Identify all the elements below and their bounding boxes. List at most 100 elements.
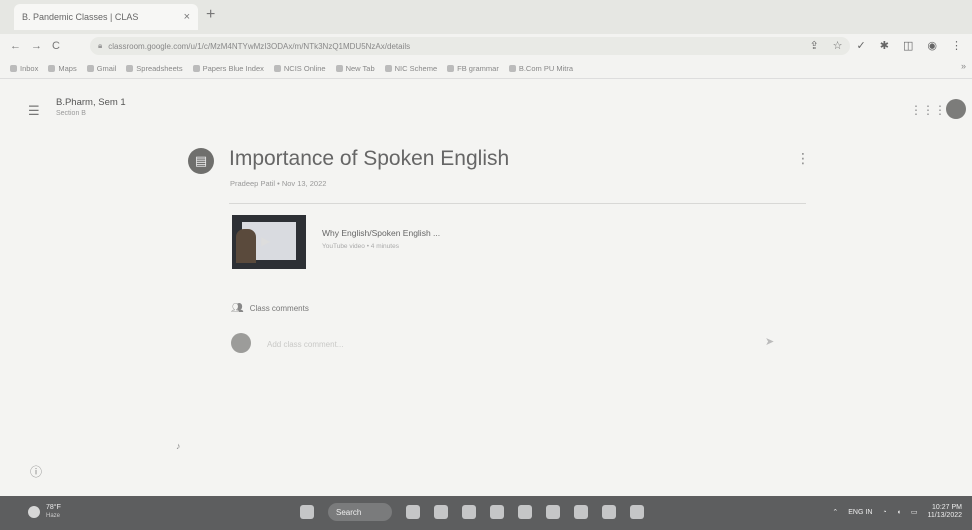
more-bookmarks-icon[interactable]: »: [961, 61, 966, 71]
bookmarks-bar: Inbox Maps Gmail Spreadsheets Papers Blue In…: [0, 58, 972, 79]
account-avatar[interactable]: [946, 99, 966, 119]
class-comments-heading: 👥︎ Class comments: [231, 303, 309, 314]
profile-icon[interactable]: ◉: [927, 39, 937, 52]
video-thumbnail[interactable]: ▶: [232, 215, 306, 269]
browser-toolbar-icons: ⇪ ☆ ✓ ✱ ◫ ◉ ⋮: [809, 39, 962, 52]
word-icon[interactable]: [518, 505, 532, 519]
bookmark-label: NCIS Online: [283, 63, 326, 73]
taskbar-search[interactable]: Search: [328, 503, 392, 521]
excel-icon[interactable]: [546, 505, 560, 519]
video-attachment[interactable]: ▶ Why English/Spoken English ... YouTube…: [232, 215, 532, 269]
material-type-icon: ▤: [188, 148, 214, 174]
bookmark-favicon-icon: [447, 64, 455, 72]
help-icon[interactable]: ⓘ: [30, 463, 42, 480]
system-tray: ⌃ ENG IN ◔ ◖ ▭ 10:27 PM 11/13/2022: [832, 504, 962, 520]
edge-icon[interactable]: [490, 505, 504, 519]
bookmark-label: Inbox: [20, 63, 39, 73]
lock-icon: 🔒︎: [98, 41, 103, 50]
weather-condition: Haze: [46, 513, 61, 519]
weather-temp-value: 78°F: [46, 504, 61, 511]
page-title: Importance of Spoken English: [229, 147, 510, 170]
class-name[interactable]: B.Pharm, Sem 1: [56, 97, 126, 108]
reload-icon[interactable]: C: [52, 40, 60, 52]
tray-chevron-icon[interactable]: ⌃: [832, 508, 838, 516]
google-apps-icon[interactable]: ⋮⋮⋮: [910, 103, 946, 117]
tray-language[interactable]: ENG IN: [848, 509, 872, 516]
taskbar-apps: Search: [300, 503, 644, 521]
sidebar-icon[interactable]: ◫: [903, 39, 913, 52]
forward-icon[interactable]: →: [31, 40, 42, 52]
attachment-subtitle: YouTube video • 4 minutes: [322, 243, 399, 250]
new-tab-button[interactable]: +: [206, 6, 215, 24]
bookmark-item[interactable]: Papers Blue Index: [192, 63, 264, 73]
chrome-icon[interactable]: [602, 505, 616, 519]
bookmark-label: Spreadsheets: [136, 63, 183, 73]
main-menu-icon[interactable]: ☰: [28, 103, 40, 119]
attachment-title[interactable]: Why English/Spoken English ...: [322, 228, 440, 238]
divider: [229, 203, 806, 204]
weather-temp: 78°F Haze: [46, 504, 61, 520]
bookmark-item[interactable]: B.Com PU Mitra: [508, 63, 573, 73]
bookmark-item[interactable]: Gmail: [86, 63, 117, 73]
bookmark-label: FB grammar: [457, 63, 499, 73]
bookmark-favicon-icon: [335, 64, 343, 72]
weather-widget[interactable]: 78°F Haze: [28, 504, 61, 520]
puzzle-icon[interactable]: ✱: [880, 39, 889, 52]
comment-input[interactable]: [265, 334, 749, 354]
bookmark-label: B.Com PU Mitra: [518, 63, 573, 73]
clock-date: 11/13/2022: [927, 512, 962, 519]
bookmark-favicon-icon: [192, 64, 200, 72]
star-icon[interactable]: ☆: [833, 39, 843, 52]
clock-time: 10:27 PM: [932, 504, 962, 511]
more-options-icon[interactable]: ⋮: [796, 150, 810, 167]
task-view-icon[interactable]: [406, 505, 420, 519]
browser-tab[interactable]: B. Pandemic Classes | CLAS ×: [14, 4, 198, 30]
share-icon[interactable]: ⇪: [809, 39, 818, 52]
back-icon[interactable]: ←: [10, 40, 21, 52]
send-icon[interactable]: ➤: [765, 335, 774, 348]
photos-icon[interactable]: [630, 505, 644, 519]
bookmark-favicon-icon: [273, 64, 281, 72]
taskbar-search-label: Search: [336, 507, 362, 517]
bookmark-label: Gmail: [96, 63, 117, 73]
bookmark-label: New Tab: [345, 63, 375, 73]
wifi-icon[interactable]: ◔: [882, 509, 886, 516]
bookmark-item[interactable]: FB grammar: [447, 64, 499, 73]
start-icon[interactable]: [300, 505, 314, 519]
file-explorer-icon[interactable]: [434, 505, 448, 519]
classroom-header: ☰ B.Pharm, Sem 1 Section B ⋮⋮⋮: [0, 79, 972, 135]
bookmark-label: Papers Blue Index: [202, 63, 264, 73]
bookmark-item[interactable]: Spreadsheets: [126, 63, 183, 73]
bookmark-favicon-icon: [48, 64, 56, 72]
whatsapp-icon[interactable]: [574, 505, 588, 519]
url-field[interactable]: 🔒︎ classroom.google.com/u/1/c/MzM4NTYwMz…: [90, 37, 850, 55]
people-icon: 👥︎: [231, 303, 244, 314]
address-bar-row: ← → C 🔒︎ classroom.google.com/u/1/c/MzM4…: [0, 34, 972, 58]
browser-tab-strip: B. Pandemic Classes | CLAS × +: [0, 0, 972, 34]
bookmark-favicon-icon: [508, 64, 516, 72]
material-meta: Pradeep Patil • Nov 13, 2022: [230, 179, 327, 188]
user-avatar: [231, 333, 251, 353]
thumbnail-presenter: [236, 229, 256, 263]
bookmark-item[interactable]: Inbox: [10, 64, 38, 73]
tray-clock[interactable]: 10:27 PM 11/13/2022: [927, 504, 962, 520]
bookmark-item[interactable]: Maps: [48, 64, 77, 73]
bookmark-favicon-icon: [384, 64, 392, 72]
store-icon[interactable]: [462, 505, 476, 519]
volume-icon[interactable]: ◖: [897, 509, 901, 516]
class-section: Section B: [56, 110, 86, 117]
cursor-mark: ♪: [176, 441, 181, 451]
bookmark-label: NIC Scheme: [394, 63, 438, 73]
url-text: classroom.google.com/u/1/c/MzM4NTYwMzI3O…: [108, 41, 411, 51]
taskbar: 78°F Haze Search ⌃ ENG IN ◔ ◖ ▭ 10:27 PM…: [0, 496, 972, 530]
bookmark-item[interactable]: NCIS Online: [273, 63, 326, 73]
menu-icon[interactable]: ⋮: [951, 39, 962, 52]
bookmark-favicon-icon: [126, 64, 134, 72]
bookmark-favicon-icon: [86, 64, 94, 72]
extension-icon[interactable]: ✓: [857, 39, 866, 52]
bookmark-item[interactable]: New Tab: [335, 63, 375, 73]
close-tab-icon[interactable]: ×: [184, 11, 190, 23]
battery-icon[interactable]: ▭: [911, 508, 918, 516]
tab-title: B. Pandemic Classes | CLAS: [22, 12, 139, 22]
bookmark-item[interactable]: NIC Scheme: [384, 63, 438, 73]
